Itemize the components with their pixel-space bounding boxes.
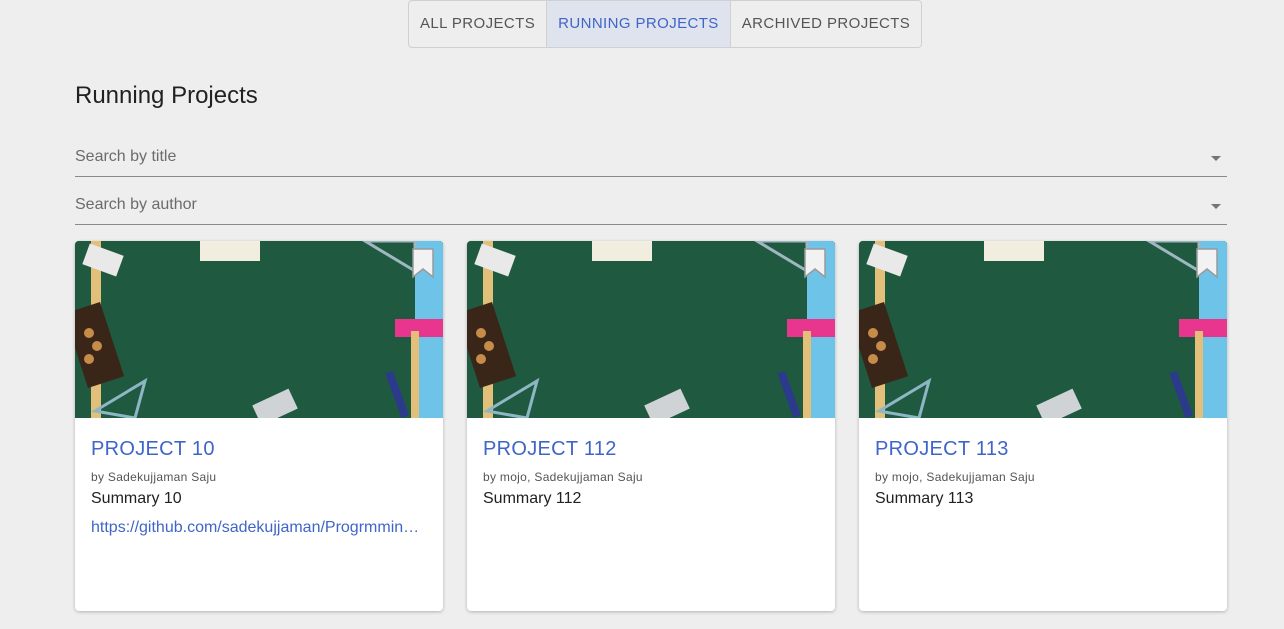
page-title: Running Projects	[75, 82, 258, 109]
project-summary: Summary 113	[875, 490, 974, 507]
tab-all-projects[interactable]: ALL PROJECTS	[409, 1, 548, 47]
chalkboard-illustration	[467, 241, 835, 418]
project-tabs: ALL PROJECTS RUNNING PROJECTS ARCHIVED P…	[408, 0, 923, 48]
project-title-link[interactable]: PROJECT 112	[483, 438, 819, 461]
project-cover-image	[467, 241, 835, 418]
search-by-author-input[interactable]	[75, 196, 1175, 214]
project-cover-image	[75, 241, 443, 418]
dropdown-arrow-icon[interactable]	[1211, 204, 1221, 209]
project-title-link[interactable]: PROJECT 10	[91, 438, 427, 461]
dropdown-arrow-icon[interactable]	[1211, 156, 1221, 161]
project-repo-link[interactable]: https://github.com/sadekujjaman/Progrmmi…	[91, 519, 427, 537]
project-authors: by Sadekujjaman Saju	[91, 470, 217, 484]
search-by-author-select[interactable]	[75, 193, 1227, 225]
project-card: PROJECT 10 by Sadekujjaman Saju Summary …	[75, 241, 443, 611]
project-title-link[interactable]: PROJECT 113	[875, 438, 1211, 461]
project-summary: Summary 10	[91, 490, 182, 507]
project-authors: by mojo, Sadekujjaman Saju	[875, 470, 1035, 484]
project-cover-image	[859, 241, 1227, 418]
project-card: PROJECT 113 by mojo, Sadekujjaman Saju S…	[859, 241, 1227, 611]
search-by-title-select[interactable]	[75, 145, 1227, 177]
tab-running-projects[interactable]: RUNNING PROJECTS	[547, 1, 731, 47]
search-by-title-input[interactable]	[75, 148, 1175, 166]
project-card: PROJECT 112 by mojo, Sadekujjaman Saju S…	[467, 241, 835, 611]
chalkboard-illustration	[75, 241, 443, 418]
tab-archived-projects[interactable]: ARCHIVED PROJECTS	[731, 1, 921, 47]
project-authors: by mojo, Sadekujjaman Saju	[483, 470, 643, 484]
project-summary: Summary 112	[483, 490, 582, 507]
chalkboard-illustration	[859, 241, 1227, 418]
